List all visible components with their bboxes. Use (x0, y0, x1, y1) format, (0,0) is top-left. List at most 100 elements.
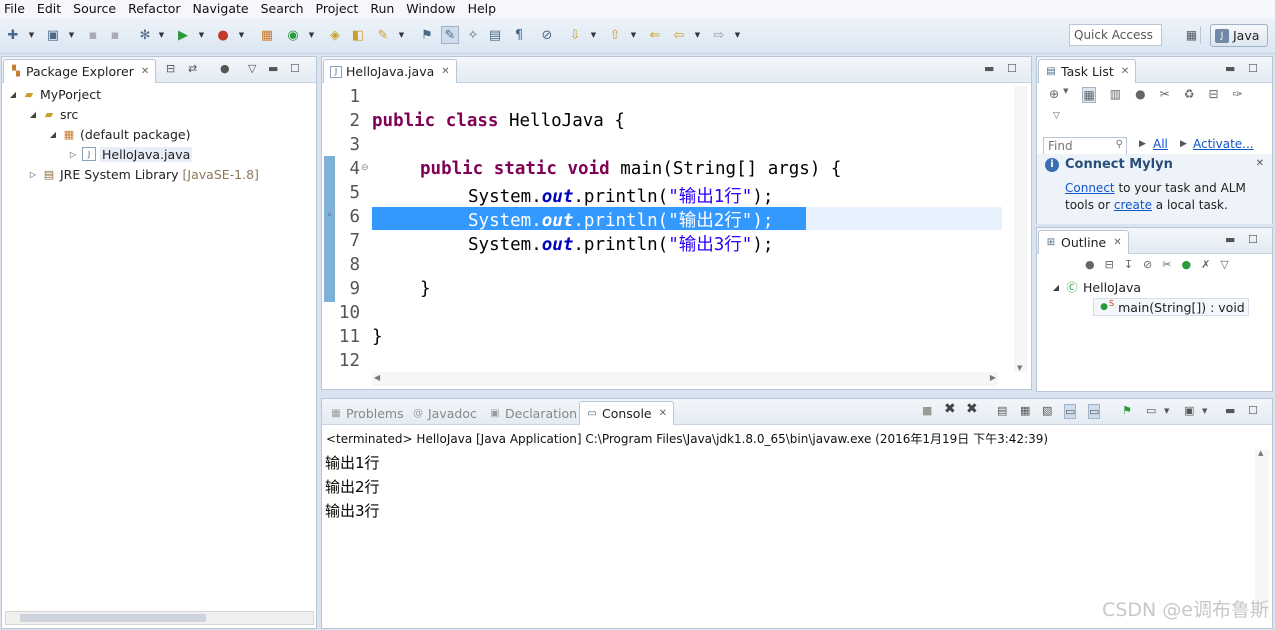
sort-icon[interactable]: ↧ (1124, 258, 1133, 271)
tree-item-hellojava[interactable]: ▷ J HelloJava.java (68, 145, 193, 163)
create-link[interactable]: create (1114, 198, 1152, 212)
new-wizard-dropdown-icon[interactable]: ▼ (67, 26, 76, 44)
remove-all-terminated-icon[interactable]: ✖ (966, 401, 978, 417)
show-on-stderr-icon[interactable]: ▭ (1088, 404, 1101, 419)
toggle-highlight-icon[interactable]: ✎ (441, 26, 459, 44)
new-icon[interactable]: ✚ (4, 26, 22, 44)
menu-help[interactable]: Help (462, 0, 503, 18)
menu-navigate[interactable]: Navigate (187, 0, 255, 18)
tab-outline[interactable]: ⊞ Outline ✕ (1038, 230, 1129, 254)
back-icon[interactable]: ⇦ (670, 26, 688, 44)
tab-problems[interactable]: ▦ Problems (324, 401, 410, 425)
tree-item-jre[interactable]: ▷ ▤ JRE System Library [JavaSE-1.8] (28, 165, 259, 183)
view-menu-icon[interactable]: ▽ (1053, 111, 1060, 121)
new-task-dropdown-icon[interactable]: ▼ (1063, 87, 1068, 103)
toggle-breadcrumb-icon[interactable]: ✧ (464, 26, 482, 44)
tree-item-src[interactable]: ◢ ▰ src (28, 105, 78, 123)
open-type-icon[interactable]: ◈ (326, 26, 344, 44)
collapse-all-icon[interactable]: ⊟ (166, 62, 175, 75)
minimize-icon[interactable]: ▬ (268, 62, 278, 75)
menu-edit[interactable]: Edit (31, 0, 67, 18)
outline-item-class[interactable]: ◢ Ⓒ HelloJava (1051, 278, 1141, 296)
external-tools-dropdown-icon[interactable]: ▼ (237, 26, 246, 44)
menu-file[interactable]: File (0, 0, 31, 18)
external-tools-icon[interactable]: ● (214, 26, 232, 44)
view-menu-icon[interactable]: ▽ (248, 62, 256, 75)
collapse-all-icon[interactable]: ⊟ (1105, 258, 1114, 271)
open-console-dropdown-icon[interactable]: ▼ (1202, 407, 1207, 415)
menu-refactor[interactable]: Refactor (122, 0, 186, 18)
previous-annotation-icon[interactable]: ⇧ (606, 26, 624, 44)
scroll-right-icon[interactable]: ▶ (990, 373, 996, 382)
filter-all-link[interactable]: All (1153, 137, 1168, 151)
vertical-scrollbar[interactable]: ▲ (1255, 449, 1269, 611)
debug-dropdown-icon[interactable]: ▼ (157, 26, 166, 44)
display-console-icon[interactable]: ▭ (1146, 404, 1156, 417)
tree-item-default-package[interactable]: ◢ ▦ (default package) (48, 125, 191, 143)
save-icon[interactable]: ▪ (84, 26, 102, 44)
search-icon[interactable]: ✎ (374, 26, 392, 44)
collapsed-arrow-icon[interactable]: ▷ (68, 150, 78, 159)
previous-annotation-dropdown-icon[interactable]: ▼ (629, 26, 638, 44)
link-with-editor-icon[interactable]: ⇄ (188, 62, 197, 75)
minimize-icon[interactable]: ▬ (1225, 62, 1235, 75)
connect-link[interactable]: Connect (1065, 181, 1115, 195)
back-dropdown-icon[interactable]: ▼ (693, 26, 702, 44)
activate-link[interactable]: Activate... (1193, 137, 1254, 151)
horizontal-scrollbar[interactable] (5, 611, 314, 625)
fold-collapse-icon[interactable]: ⊖ (361, 163, 369, 173)
new-class-dropdown-icon[interactable]: ▼ (307, 26, 316, 44)
maximize-icon[interactable]: ☐ (1007, 62, 1017, 75)
maximize-icon[interactable]: ☐ (1248, 62, 1258, 75)
quick-access-input[interactable]: Quick Access (1069, 24, 1162, 46)
block-selection-icon[interactable]: ▤ (486, 26, 504, 44)
scroll-down-icon[interactable]: ▼ (1017, 364, 1022, 372)
scroll-left-icon[interactable]: ◀ (374, 373, 380, 382)
word-wrap-icon[interactable]: ▧ (1042, 404, 1052, 417)
expanded-arrow-icon[interactable]: ◢ (48, 130, 58, 139)
close-icon[interactable]: ✕ (141, 66, 149, 77)
focus-task-icon[interactable]: ● (1085, 258, 1095, 271)
close-icon[interactable]: ✕ (1121, 66, 1129, 77)
sync-icon[interactable]: ♻ (1184, 87, 1195, 103)
close-icon[interactable]: ✕ (1256, 158, 1264, 169)
tab-console[interactable]: ▭ Console ✕ (579, 401, 675, 425)
minimize-icon[interactable]: ▬ (1225, 404, 1235, 417)
scrollbar-thumb[interactable] (20, 614, 206, 622)
new-dropdown-icon[interactable]: ▼ (27, 26, 36, 44)
close-icon[interactable]: ✕ (441, 66, 449, 77)
show-on-stdout-icon[interactable]: ▭ (1064, 404, 1077, 419)
next-annotation-icon[interactable]: ⇩ (566, 26, 584, 44)
debug-icon[interactable]: ✻ (136, 26, 154, 44)
hide-fields-icon[interactable]: ⊘ (1143, 258, 1152, 271)
menu-search[interactable]: Search (255, 0, 310, 18)
menu-window[interactable]: Window (400, 0, 461, 18)
last-edit-icon[interactable]: ⇐ (646, 26, 664, 44)
run-icon[interactable]: ▶ (174, 26, 192, 44)
open-console-icon[interactable]: ▣ (1184, 404, 1194, 417)
code-editor[interactable]: 1 2 3 4 ⊖ 5 6 ◦ 7 8 9 10 11 12 public cl… (322, 84, 1031, 372)
maximize-icon[interactable]: ☐ (1248, 404, 1258, 417)
menu-project[interactable]: Project (310, 0, 365, 18)
tab-javadoc[interactable]: @ Javadoc (406, 401, 483, 425)
extra-icon[interactable]: ✑ (1233, 87, 1243, 103)
minimize-icon[interactable]: ▬ (984, 62, 994, 75)
expanded-arrow-icon[interactable]: ◢ (28, 110, 38, 119)
scheduled-icon[interactable]: ▥ (1110, 87, 1121, 103)
categorized-icon[interactable]: ▦ (1082, 87, 1096, 103)
hide-nonpublic-icon[interactable]: ● (1181, 258, 1191, 271)
display-console-dropdown-icon[interactable]: ▼ (1164, 407, 1169, 415)
hide-static-icon[interactable]: ✂ (1162, 258, 1171, 271)
find-input[interactable]: Find ⚲ (1043, 137, 1127, 155)
minimize-icon[interactable]: ▬ (1225, 233, 1235, 246)
tree-item-project[interactable]: ◢ ▰ MyPorject (8, 85, 101, 103)
new-package-icon[interactable]: ▦ (258, 26, 276, 44)
forward-dropdown-icon[interactable]: ▼ (733, 26, 742, 44)
clear-console-icon[interactable]: ▤ (997, 404, 1007, 417)
search-dropdown-icon[interactable]: ▼ (397, 26, 406, 44)
new-wizard-icon[interactable]: ▣ (44, 26, 62, 44)
show-whitespace-icon[interactable]: ¶ (510, 26, 528, 44)
focus-task-icon[interactable]: ● (220, 62, 230, 75)
run-dropdown-icon[interactable]: ▼ (197, 26, 206, 44)
menu-source[interactable]: Source (67, 0, 122, 18)
